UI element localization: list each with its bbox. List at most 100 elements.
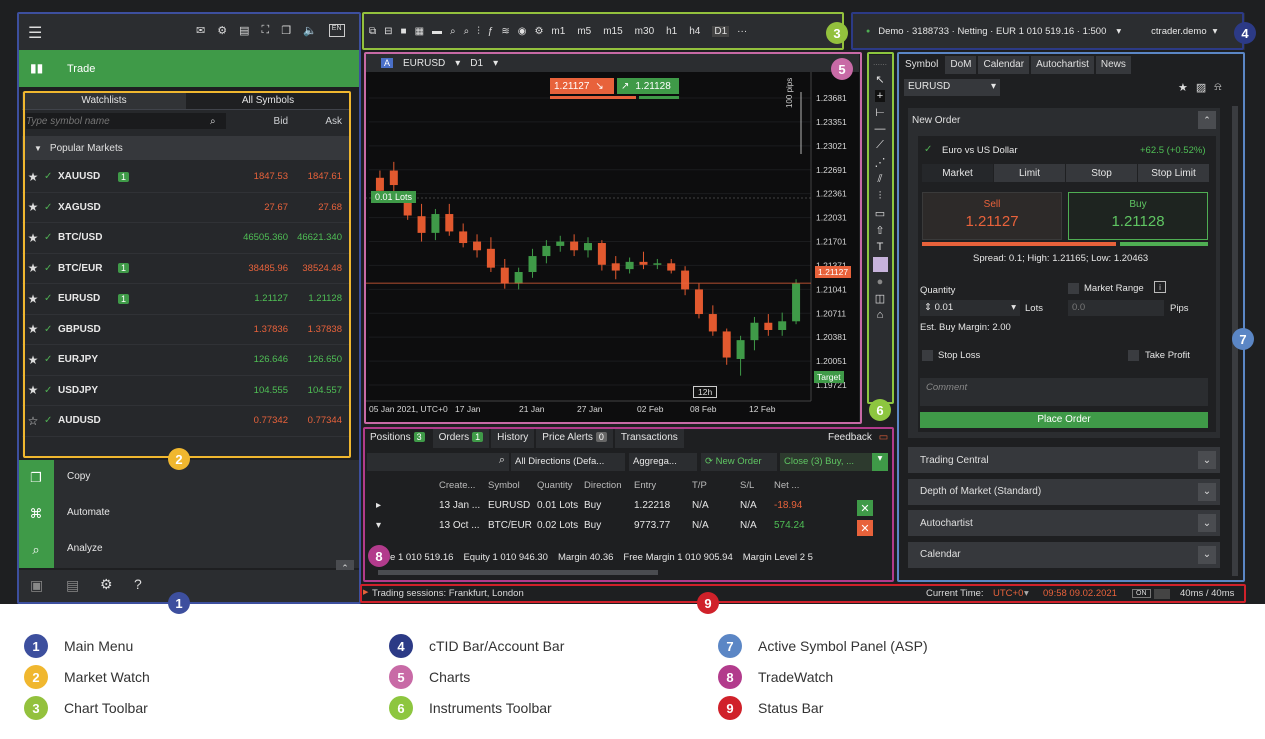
ask-price[interactable]: 46621.340 bbox=[297, 232, 342, 243]
chevron-down-icon[interactable]: ⌄ bbox=[1198, 451, 1216, 469]
single-layout-icon[interactable]: ■ bbox=[401, 26, 407, 37]
place-order-button[interactable]: Place Order bbox=[920, 412, 1208, 428]
hamburger-menu-icon[interactable]: ☰ bbox=[28, 23, 42, 43]
column-header[interactable]: Create... bbox=[439, 480, 475, 491]
fullscreen-icon[interactable]: ⛶ bbox=[262, 24, 270, 37]
close-positions-button[interactable]: Close (3) Buy, ... ▾ bbox=[780, 453, 888, 471]
candle-body[interactable] bbox=[750, 322, 759, 341]
new-order-button[interactable]: ⟳ New Order bbox=[701, 453, 777, 471]
chevron-down-icon[interactable]: ▾ bbox=[1024, 588, 1029, 599]
candle-body[interactable] bbox=[597, 243, 606, 265]
bid-price[interactable]: 46505.360 bbox=[243, 232, 288, 243]
market-range-checkbox[interactable] bbox=[1068, 283, 1079, 294]
timeframe-m1[interactable]: m1 bbox=[551, 26, 565, 37]
horizontal-line-icon[interactable]: — bbox=[875, 123, 886, 135]
fibonacci-icon[interactable]: ⋰ bbox=[875, 156, 886, 169]
stop-loss-checkbox[interactable] bbox=[922, 350, 933, 361]
settings-gear-icon[interactable]: ⚙ bbox=[100, 576, 113, 593]
tab-symbol[interactable]: Symbol bbox=[900, 56, 944, 74]
timezone-select[interactable]: UTC+0 bbox=[993, 588, 1023, 599]
crosshair-icon[interactable]: + bbox=[874, 90, 886, 102]
candle-body[interactable] bbox=[417, 216, 426, 233]
ask-price[interactable]: 126.650 bbox=[308, 354, 342, 365]
symbol-row[interactable]: ☆ ✓ AUDUSD 0.77342 0.77344 bbox=[22, 406, 350, 437]
candle-body[interactable] bbox=[431, 214, 440, 233]
favorite-star-icon[interactable]: ★ bbox=[1178, 81, 1188, 94]
mail-icon[interactable]: ✉ bbox=[196, 24, 205, 37]
candle-body[interactable] bbox=[375, 177, 384, 191]
sell-button[interactable]: Sell 1.21127 bbox=[922, 192, 1062, 240]
asp-section[interactable]: Calendar ⌄ bbox=[908, 541, 1220, 568]
chevron-down-icon[interactable]: ▾ bbox=[1213, 26, 1218, 37]
tradewatch-scrollbar[interactable] bbox=[378, 570, 658, 575]
favorite-star-icon[interactable]: ★ bbox=[22, 261, 44, 275]
chevron-down-icon[interactable]: ▾ bbox=[493, 58, 498, 69]
timeframe-h4[interactable]: h4 bbox=[689, 26, 700, 37]
tab-dom[interactable]: DoM bbox=[945, 56, 977, 74]
calculator-icon[interactable]: ▤ bbox=[239, 24, 249, 37]
tab-calendar[interactable]: Calendar bbox=[978, 56, 1030, 74]
tab-positions[interactable]: Positions 3 bbox=[364, 428, 431, 448]
direction-filter[interactable]: All Directions (Defa... bbox=[511, 453, 625, 471]
column-header[interactable]: Symbol bbox=[488, 480, 520, 491]
new-order-label[interactable]: New Order bbox=[912, 115, 960, 126]
tab-all-symbols[interactable]: All Symbols bbox=[186, 92, 350, 110]
zoom-out-icon[interactable]: ⌕ bbox=[450, 26, 456, 37]
tab-orders[interactable]: Orders 1 bbox=[432, 428, 490, 448]
position-row[interactable]: ▸ 13 Jan ... EURUSD 0.01 Lots Buy 1.22218 N/A N… bbox=[364, 500, 892, 520]
zoom-in-icon[interactable]: ⌕ bbox=[464, 26, 470, 37]
favorite-star-icon[interactable]: ★ bbox=[22, 322, 44, 336]
split-layout-icon[interactable]: ▬ bbox=[432, 26, 442, 37]
account-selector[interactable]: Demo · 3188733 · Netting · EUR 1 010 519… bbox=[878, 26, 1106, 37]
symbol-row[interactable]: ★ ✓ USDJPY 104.555 104.557 bbox=[22, 376, 350, 406]
pointer-icon[interactable]: ↖ bbox=[875, 73, 884, 86]
column-header[interactable]: Net ... bbox=[774, 480, 799, 491]
lock-icon[interactable]: ⌂ bbox=[877, 309, 884, 321]
row-expander-icon[interactable]: ▸ bbox=[376, 500, 381, 511]
candle-body[interactable] bbox=[722, 331, 731, 358]
bid-price[interactable]: 1847.53 bbox=[254, 171, 288, 182]
candle-body[interactable] bbox=[514, 272, 523, 284]
favorite-star-icon[interactable]: ★ bbox=[22, 170, 44, 184]
more-icon[interactable]: ··· bbox=[737, 26, 747, 37]
candle-body[interactable] bbox=[681, 270, 690, 290]
bid-price[interactable]: 1.21127 bbox=[254, 293, 288, 304]
camera-icon[interactable]: ◫ bbox=[875, 292, 885, 305]
favorite-star-icon[interactable]: ★ bbox=[22, 383, 44, 397]
order-type-stop-limit[interactable]: Stop Limit bbox=[1138, 164, 1209, 182]
bid-price[interactable]: 126.646 bbox=[254, 354, 288, 365]
candle-body[interactable] bbox=[500, 267, 509, 284]
tab-transactions[interactable]: Transactions bbox=[614, 428, 684, 448]
order-type-stop[interactable]: Stop bbox=[1066, 164, 1137, 182]
candle-body[interactable] bbox=[611, 263, 620, 271]
language-icon[interactable]: EN bbox=[328, 24, 345, 37]
position-row[interactable]: ▾ 13 Oct ... BTC/EUR 0.02 Lots Buy 9773.77 N/A… bbox=[364, 520, 892, 540]
templates-icon[interactable]: ⚙ bbox=[534, 26, 543, 37]
asp-section[interactable]: Trading Central ⌄ bbox=[908, 447, 1220, 473]
color-swatch[interactable] bbox=[872, 257, 888, 272]
column-header[interactable]: T/P bbox=[692, 480, 707, 491]
tradewatch-search[interactable]: ⌕ bbox=[367, 453, 509, 471]
candle-body[interactable] bbox=[486, 248, 495, 268]
ask-price[interactable]: 0.77344 bbox=[308, 415, 342, 426]
pitchfork-icon[interactable]: ⫽ bbox=[878, 173, 883, 186]
ask-price[interactable]: 38524.48 bbox=[302, 263, 342, 274]
arrow-tool-icon[interactable]: ⇧ bbox=[875, 224, 884, 237]
callout-icon[interactable]: ▭ bbox=[875, 207, 885, 220]
order-type-limit[interactable]: Limit bbox=[994, 164, 1065, 182]
help-icon[interactable]: ? bbox=[134, 576, 142, 592]
candle-body[interactable] bbox=[625, 261, 634, 270]
candle-body[interactable] bbox=[694, 289, 703, 315]
ask-price[interactable]: 1.21128 bbox=[308, 293, 342, 304]
lots-label[interactable]: 0.01 Lots bbox=[371, 191, 417, 203]
timeframe-m30[interactable]: m30 bbox=[635, 26, 654, 37]
aggregate-select[interactable]: Aggrega... bbox=[629, 453, 697, 471]
symbol-row[interactable]: ★ ✓ BTC/USD 46505.360 46621.340 bbox=[22, 223, 350, 254]
candle-body[interactable] bbox=[542, 245, 551, 257]
alerts-icon[interactable]: ⚙ bbox=[217, 24, 227, 37]
candle-body[interactable] bbox=[639, 261, 648, 265]
symbol-row[interactable]: ★ ✓ EURUSD 1 1.21127 1.21128 bbox=[22, 284, 350, 315]
tab-price-alerts[interactable]: Price Alerts 0 bbox=[536, 428, 613, 448]
feedback-link[interactable]: Feedback ▭ bbox=[828, 432, 888, 443]
symbol-search-input[interactable] bbox=[26, 113, 226, 129]
